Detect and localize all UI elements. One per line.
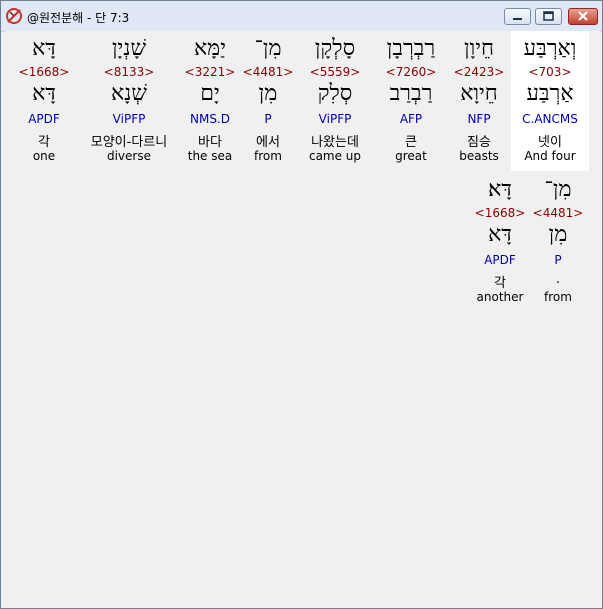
strong-number[interactable]: <703> [511,65,589,79]
word-column[interactable]: דָּא׃ <1668> דָּא APDF 각 another [471,172,529,312]
word-column-selected[interactable]: וְאַרְבַּע <703> אַרְבַּע C.ANCMS 넷이 And… [511,31,589,171]
lemma: רַבְרַב [389,81,433,106]
word-column[interactable]: מִן־ <4481> מִן P 에서 from [241,31,295,171]
korean-gloss: 각 [38,135,50,150]
morphology-code[interactable]: APDF [471,253,529,267]
lemma: מִן [548,222,568,247]
word-column[interactable]: מִן־ <4481> מִן P . from [529,172,587,312]
maximize-icon [543,11,554,21]
english-gloss: the sea [187,149,233,163]
strong-number[interactable]: <7260> [375,65,447,79]
lemma: חֵיוָא [460,81,498,106]
minimize-icon [513,18,522,20]
interlinear-view: דָּא <1668> דָּא APDF 각 one שָׁנְיָן <81… [5,31,600,606]
morphology-code[interactable]: AFP [375,112,447,126]
title-bar[interactable]: @원전분해 - 단 7:3 [1,1,602,32]
strong-number[interactable]: <4481> [529,206,587,220]
hebrew-word: דָּא [32,36,56,61]
morphology-code[interactable]: NFP [447,112,511,126]
hebrew-word: וְאַרְבַּע [523,36,577,61]
strong-number[interactable]: <1668> [9,65,79,79]
lemma: שְׁנָא [111,81,147,106]
morphology-code[interactable]: C.ANCMS [511,112,589,126]
lemma: סְלִק [317,81,353,106]
strong-number[interactable]: <1668> [471,206,529,220]
hebrew-word: סָלְקָן [314,36,356,61]
hebrew-word: שָׁנְיָן [111,36,147,61]
verse-row: דָּא <1668> דָּא APDF 각 one שָׁנְיָן <81… [5,31,592,172]
english-gloss: And four [524,149,576,163]
english-gloss: diverse [106,149,151,163]
minimize-button[interactable] [504,8,531,25]
lemma: מִן [258,81,278,106]
hebrew-word: חֵיוָן [463,36,495,61]
korean-gloss: 넷이 [538,135,562,150]
korean-gloss: 나왔는데 [311,135,359,150]
korean-gloss: . [555,272,561,287]
app-window: @원전분해 - 단 7:3 דָּא <1668> דָּא APDF 각 on… [0,0,603,609]
morphology-code[interactable]: P [241,112,295,126]
english-gloss: one [32,149,56,163]
lemma: יָם [200,81,220,106]
lemma: דָּא [32,81,56,106]
close-icon [578,11,588,21]
morphology-code[interactable]: P [529,253,587,267]
strong-number[interactable]: <8133> [79,65,179,79]
strong-number[interactable]: <5559> [295,65,375,79]
english-gloss: great [395,149,427,163]
word-column[interactable]: יַמָּא <3221> יָם NMS.D 바다 the sea [179,31,241,171]
korean-gloss: 모양이-다르니 [90,135,168,150]
close-button[interactable] [568,8,598,25]
hebrew-word: דָּא׃ [488,177,512,202]
lemma: אַרְבַּע [526,81,574,106]
word-column[interactable]: סָלְקָן <5559> סְלִק ViPFP 나왔는데 came up [295,31,375,171]
word-column[interactable]: שָׁנְיָן <8133> שְׁנָא ViPFP 모양이-다르니 div… [79,31,179,171]
hebrew-word: מִן־ [544,177,572,202]
english-gloss: another [476,290,524,304]
word-column[interactable]: דָּא <1668> דָּא APDF 각 one [9,31,79,171]
strong-number[interactable]: <4481> [241,65,295,79]
morphology-code[interactable]: NMS.D [179,112,241,126]
morphology-code[interactable]: ViPFP [79,112,179,126]
app-logo-icon [6,8,22,24]
maximize-button[interactable] [535,8,562,25]
lemma: דָּא [488,222,512,247]
hebrew-word: יַמָּא [193,36,226,61]
korean-gloss: 각 [494,276,506,291]
hebrew-word: רַבְרְבָן [386,36,436,61]
korean-gloss: 큰 [405,135,417,150]
english-gloss: came up [308,149,362,163]
english-gloss: beasts [459,149,499,163]
word-column[interactable]: חֵיוָן <2423> חֵיוָא NFP 짐승 beasts [447,31,511,171]
korean-gloss: 짐승 [467,135,491,150]
strong-number[interactable]: <3221> [179,65,241,79]
korean-gloss: 바다 [198,135,222,150]
verse-row: דָּא׃ <1668> דָּא APDF 각 another מִן־ <4… [5,172,592,312]
morphology-code[interactable]: APDF [9,112,79,126]
morphology-code[interactable]: ViPFP [295,112,375,126]
korean-gloss: 에서 [256,135,280,150]
strong-number[interactable]: <2423> [447,65,511,79]
window-title: @원전분해 - 단 7:3 [27,11,130,25]
english-gloss: from [544,290,572,304]
word-column[interactable]: רַבְרְבָן <7260> רַבְרַב AFP 큰 great [375,31,447,171]
english-gloss: from [254,149,282,163]
hebrew-word: מִן־ [254,36,282,61]
